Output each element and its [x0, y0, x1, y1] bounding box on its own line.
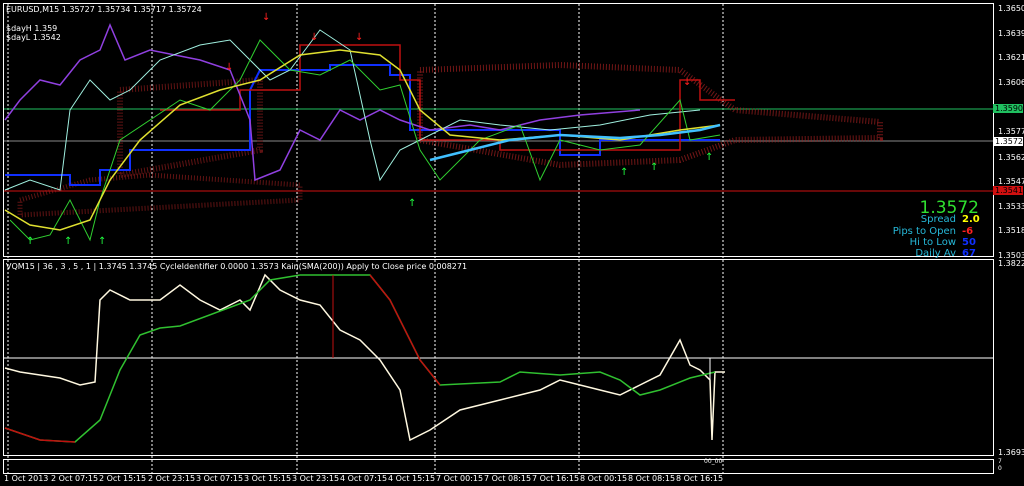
yellow-line	[4, 49, 721, 231]
svg-text:↑: ↑	[705, 152, 713, 163]
red-step-line	[160, 44, 735, 151]
price-tick: 1.36395	[998, 29, 1024, 38]
time-tick: 4 Oct 15:15	[388, 474, 436, 483]
sell-arrows: ↓ ↓ ↓ ↓ ↓	[225, 12, 691, 88]
chart-drawing: ↑ ↑ ↑ ↑ ↑ ↑ ↑ ↓ ↓ ↓ ↓ ↓	[4, 4, 993, 473]
price-tick: 1.35180	[998, 226, 1024, 235]
svg-text:↓: ↓	[310, 32, 318, 43]
info-row-spread: Spread 2.0	[920, 214, 980, 225]
chart-header: EURUSD,M15 1.35727 1.35734 1.35717 1.357…	[6, 5, 202, 14]
time-tick: 2 Oct 15:15	[99, 474, 147, 483]
price-tick: 1.36500	[998, 4, 1024, 13]
time-tick: 4 Oct 07:15	[340, 474, 388, 483]
blue-line	[5, 64, 720, 186]
time-tick: 1 Oct 2013	[4, 474, 49, 483]
time-tick: 8 Oct 08:15	[628, 474, 676, 483]
sub-panel-axis-top: 7	[998, 458, 1002, 465]
price-tick: 1.35770	[998, 127, 1024, 136]
time-tick: 3 Oct 23:15	[292, 474, 340, 483]
day-high-label: $dayH 1.359	[6, 24, 58, 33]
time-tick: 8 Oct 16:15	[676, 474, 724, 483]
price-tick: 1.35330	[998, 202, 1024, 211]
info-row-hi-to-low: Hi to Low 50	[909, 237, 976, 248]
price-tick: 1.36060	[998, 78, 1024, 87]
time-tick: 7 Oct 08:15	[484, 474, 532, 483]
svg-text:↓: ↓	[262, 12, 270, 23]
svg-text:↑: ↑	[650, 162, 658, 173]
svg-text:↑: ↑	[26, 236, 34, 247]
svg-text:↑: ↑	[620, 167, 628, 178]
time-tick: 7 Oct 16:15	[532, 474, 580, 483]
indicator-axis-bottom: 1.3693	[998, 448, 1024, 457]
period-separators	[7, 4, 724, 473]
time-tick: 2 Oct 07:15	[51, 474, 99, 483]
svg-text:↑: ↑	[64, 236, 72, 247]
time-tick: 2 Oct 23:15	[148, 474, 196, 483]
price-tick: 1.35620	[998, 153, 1024, 162]
time-tick: 7 Oct 00:15	[436, 474, 484, 483]
price-tick: 1.36210	[998, 53, 1024, 62]
svg-text:↑: ↑	[98, 236, 106, 247]
green-level-label: 1.35902	[993, 104, 1024, 113]
day-low-label: $dayL 1.3542	[6, 33, 61, 42]
svg-text:↑: ↑	[408, 198, 416, 209]
current-price-label: 1.35724	[993, 137, 1024, 146]
info-row-daily-av: Daily Av 67	[915, 248, 976, 259]
time-tick: 3 Oct 07:15	[196, 474, 244, 483]
svg-text:↓: ↓	[355, 32, 363, 43]
svg-text:↓: ↓	[683, 77, 691, 88]
svg-text:↓: ↓	[225, 62, 233, 73]
price-tick: 1.35475	[998, 177, 1024, 186]
sub-panel-axis-bottom: 0	[998, 465, 1002, 472]
time-tick: 3 Oct 15:15	[244, 474, 292, 483]
sub-panel-label: 00_00	[704, 458, 723, 465]
info-row-pips-to-open: Pips to Open -6	[892, 226, 974, 237]
purple-line	[4, 23, 641, 182]
indicator-axis-top: 1.3822	[998, 259, 1024, 268]
indicator-header: VQM15 | 36 , 3 , 5 , 1 | 1.3745 1.3745 C…	[6, 262, 468, 271]
time-tick: 8 Oct 00:15	[580, 474, 628, 483]
red-level-label: 1.35419	[993, 186, 1024, 195]
